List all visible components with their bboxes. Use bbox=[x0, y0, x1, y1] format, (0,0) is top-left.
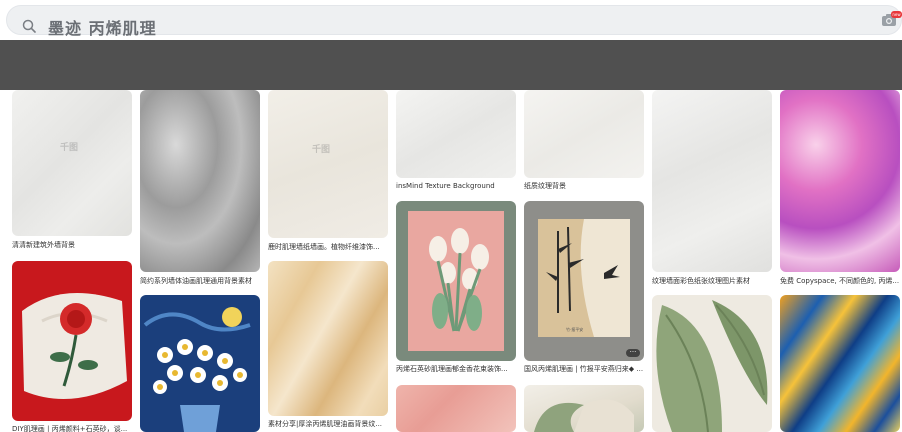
result-card[interactable] bbox=[652, 295, 772, 432]
result-card[interactable]: 丙烯石英砂肌理画郁金香花束装饰... bbox=[396, 201, 516, 379]
result-card[interactable]: 素材分享|厚涂丙烯肌理油画背景纹... bbox=[268, 261, 388, 432]
artwork-caption: 竹·报平安 bbox=[566, 327, 584, 332]
result-card[interactable]: 纸质纹理背景 bbox=[524, 90, 644, 194]
new-badge: new bbox=[891, 11, 902, 18]
watermark-text: 千图 bbox=[60, 143, 79, 153]
result-card[interactable]: 简约系列墙体油画肌理通用背景素材 bbox=[140, 90, 260, 288]
result-image[interactable] bbox=[780, 90, 900, 272]
result-card[interactable]: DIY肌理画丨丙烯颜料+石英砂，谈... bbox=[12, 261, 132, 432]
result-caption[interactable]: 纹理墙面彩色纸张纹理图片素材 bbox=[652, 276, 772, 286]
result-image[interactable] bbox=[396, 90, 516, 178]
search-bar: 墨迹 丙烯肌理 new bbox=[0, 0, 902, 40]
result-image[interactable] bbox=[140, 90, 260, 272]
result-image[interactable] bbox=[524, 90, 644, 178]
result-caption[interactable]: 清清新建筑外墙背景 bbox=[12, 240, 132, 250]
result-image[interactable] bbox=[140, 295, 260, 432]
result-caption[interactable]: 免费 Copyspace, 不同颜色的, 丙烯... bbox=[780, 276, 900, 286]
result-image[interactable] bbox=[780, 295, 900, 432]
result-image[interactable]: 千图 bbox=[12, 90, 132, 236]
search-input[interactable]: 墨迹 丙烯肌理 bbox=[6, 5, 902, 38]
result-caption[interactable]: 鹿时肌理墙纸墙画。植物纤维漆饰... bbox=[268, 242, 388, 252]
result-image[interactable] bbox=[524, 385, 644, 432]
result-card[interactable] bbox=[524, 385, 644, 432]
header-band bbox=[0, 40, 902, 90]
result-caption[interactable]: 简约系列墙体油画肌理通用背景素材 bbox=[140, 276, 260, 286]
search-query-text: 墨迹 丙烯肌理 bbox=[48, 19, 157, 38]
tulip-artwork bbox=[408, 211, 504, 351]
watermark-text: 千图 bbox=[312, 145, 331, 155]
result-caption[interactable]: DIY肌理画丨丙烯颜料+石英砂，谈... bbox=[12, 424, 132, 432]
result-image[interactable] bbox=[268, 261, 388, 416]
result-card[interactable]: 免费 Copyspace, 不同颜色的, 丙烯... bbox=[780, 90, 900, 288]
result-image[interactable] bbox=[396, 385, 516, 432]
result-caption[interactable]: 纸质纹理背景 bbox=[524, 181, 644, 191]
result-card[interactable]: insMind Texture Background bbox=[396, 90, 516, 194]
result-caption[interactable]: 素材分享|厚涂丙烯肌理油画背景纹... bbox=[268, 419, 388, 429]
result-card[interactable] bbox=[780, 295, 900, 432]
result-image[interactable] bbox=[396, 201, 516, 361]
result-image[interactable] bbox=[652, 90, 772, 272]
result-image[interactable] bbox=[652, 295, 772, 432]
result-card[interactable]: 竹·报平安 ··· 国风丙烯肌理画 | 竹报平安燕归来◆ ... bbox=[524, 201, 644, 379]
result-image[interactable]: 竹·报平安 ··· bbox=[524, 201, 644, 361]
result-caption[interactable]: 国风丙烯肌理画 | 竹报平安燕归来◆ ... bbox=[524, 364, 644, 374]
rose-artwork bbox=[22, 293, 127, 399]
result-card[interactable]: 纹理墙面彩色纸张纹理图片素材 bbox=[652, 90, 772, 288]
abstract-shape-artwork bbox=[534, 399, 634, 432]
result-card[interactable] bbox=[396, 385, 516, 432]
result-card[interactable] bbox=[140, 295, 260, 432]
result-image[interactable]: 千图 bbox=[268, 90, 388, 238]
leaf-artwork bbox=[656, 300, 768, 432]
bamboo-artwork bbox=[538, 219, 630, 337]
result-image[interactable] bbox=[12, 261, 132, 421]
result-card[interactable]: 千图 清清新建筑外墙背景 bbox=[12, 90, 132, 252]
results-grid: 千图 清清新建筑外墙背景 DIY肌理画丨丙烯颜料+石英砂，谈... 简约系列墙体… bbox=[0, 90, 902, 432]
daisy-artwork bbox=[143, 307, 251, 432]
result-caption[interactable]: 丙烯石英砂肌理画郁金香花束装饰... bbox=[396, 364, 516, 374]
result-caption[interactable]: insMind Texture Background bbox=[396, 181, 516, 191]
result-card[interactable]: 千图 鹿时肌理墙纸墙画。植物纤维漆饰... bbox=[268, 90, 388, 254]
search-icon[interactable] bbox=[22, 19, 36, 33]
more-options-button[interactable]: ··· bbox=[626, 349, 640, 357]
